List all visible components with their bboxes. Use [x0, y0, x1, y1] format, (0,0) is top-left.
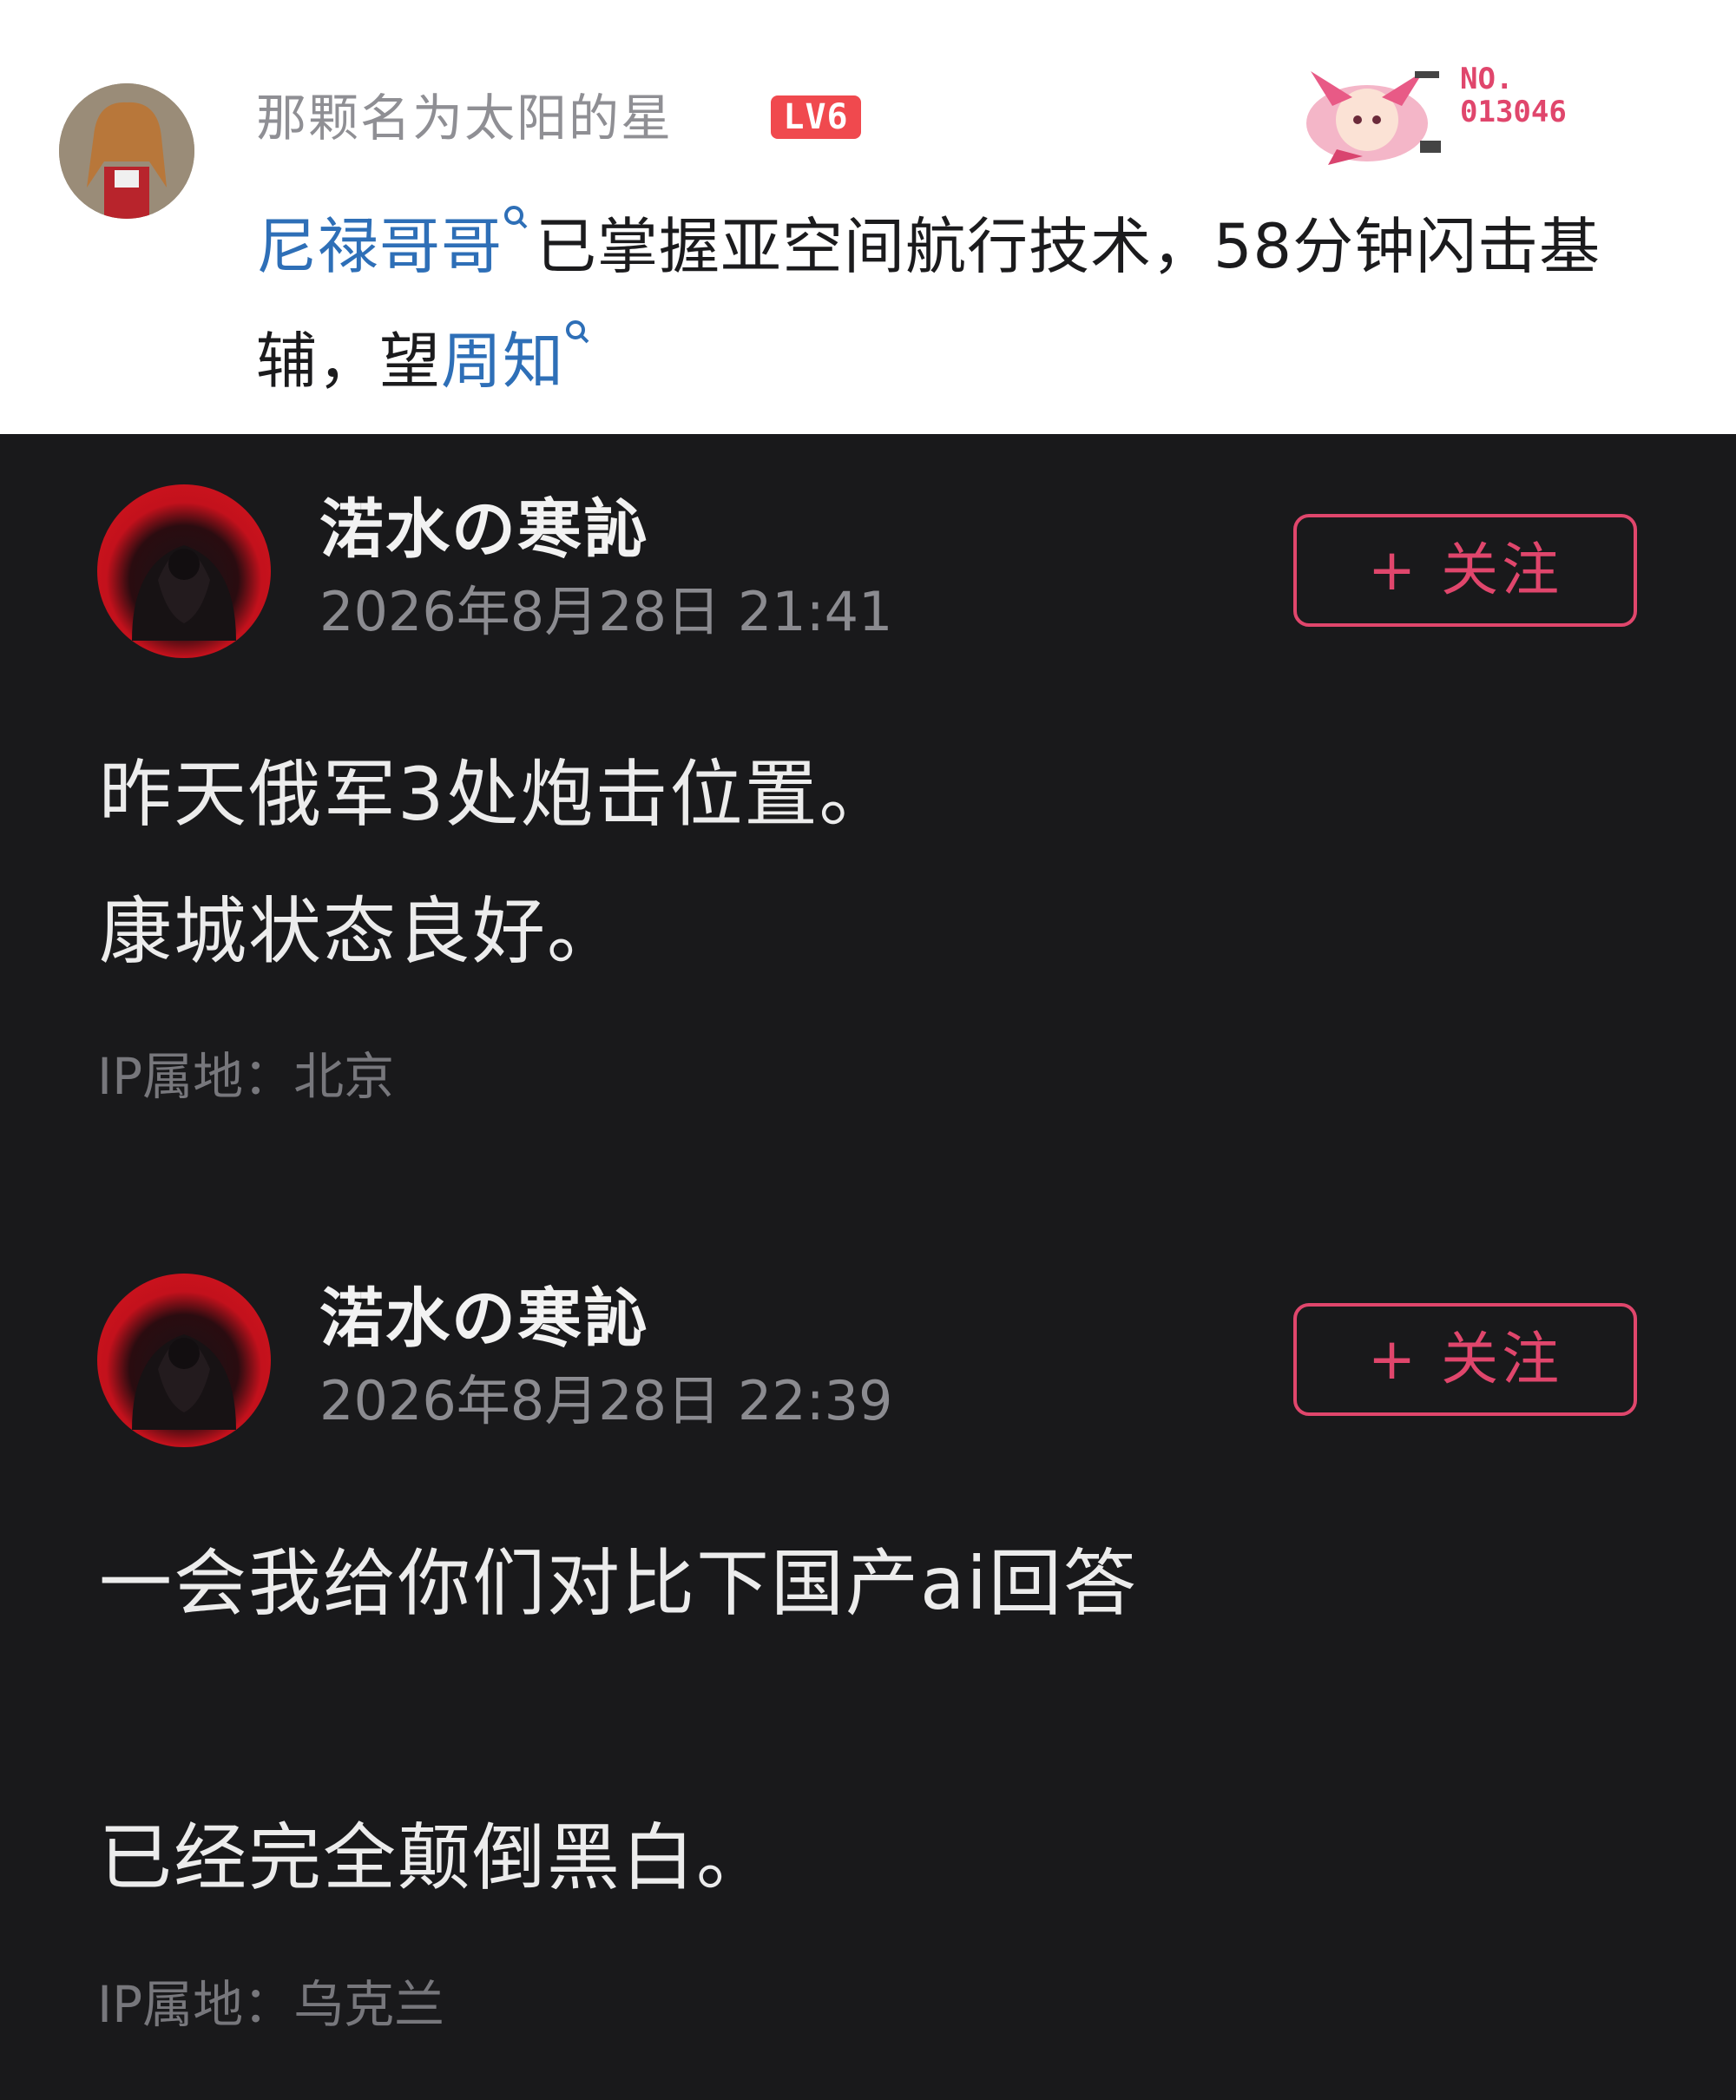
author-name[interactable]: 渃水の寒訫 [319, 1280, 649, 1358]
post-line: 康城状态良好。 [99, 889, 622, 974]
post-timestamp: 2026年8月28日 21:41 [319, 580, 893, 643]
post-line-spacer [99, 1652, 1138, 1789]
post-line: 昨天俄军3处炮击位置。 [99, 752, 894, 837]
mention-link[interactable]: 周知 [441, 326, 564, 397]
ip-location: IP属地：北京 [97, 1047, 395, 1106]
post-card: 渃水の寒訫 2026年8月28日 21:41 + 关注 昨天俄军3处炮击位置。 … [0, 434, 1736, 1198]
post-body: 一会我给你们对比下国产ai回答 已经完全颠倒黑白。 [99, 1515, 1138, 1926]
fan-badge-no-label: NO. [1460, 62, 1514, 96]
fan-badge-number: NO. 013046 [1460, 63, 1567, 128]
author-avatar[interactable] [97, 484, 271, 658]
comment-text: 尼禄哥哥 已掌握亚空间航行技术，58分钟闪击基辅，望周知 [256, 189, 1697, 418]
fan-badge-no-value: 013046 [1460, 95, 1567, 129]
post-timestamp: 2026年8月28日 22:39 [319, 1369, 893, 1432]
author-name[interactable]: 渃水の寒訫 [319, 490, 649, 569]
comment-username[interactable]: 那颗名为太阳的星 [256, 83, 673, 153]
search-icon [566, 320, 589, 344]
quoted-comment: 那颗名为太阳的星 LV6 NO. 013046 尼禄哥哥 已掌握亚空间航行技术，5… [0, 0, 1736, 434]
ip-location: IP属地：乌克兰 [97, 1975, 445, 2034]
author-avatar[interactable] [97, 1274, 271, 1447]
post-body: 昨天俄军3处炮击位置。 康城状态良好。 [99, 726, 893, 1000]
post-card: 渃水の寒訫 2026年8月28日 22:39 + 关注 一会我给你们对比下国产a… [0, 1223, 1736, 2100]
follow-button[interactable]: + 关注 [1293, 1303, 1637, 1416]
follow-button[interactable]: + 关注 [1293, 514, 1637, 627]
post-line: 已经完全颠倒黑白。 [99, 1815, 772, 1900]
post-line: 一会我给你们对比下国产ai回答 [99, 1541, 1138, 1626]
level-badge: LV6 [771, 95, 861, 139]
watermark [694, 2011, 1042, 2080]
mention-link[interactable]: 尼禄哥哥 [256, 211, 503, 282]
search-icon [504, 206, 528, 229]
user-avatar[interactable] [59, 83, 194, 219]
